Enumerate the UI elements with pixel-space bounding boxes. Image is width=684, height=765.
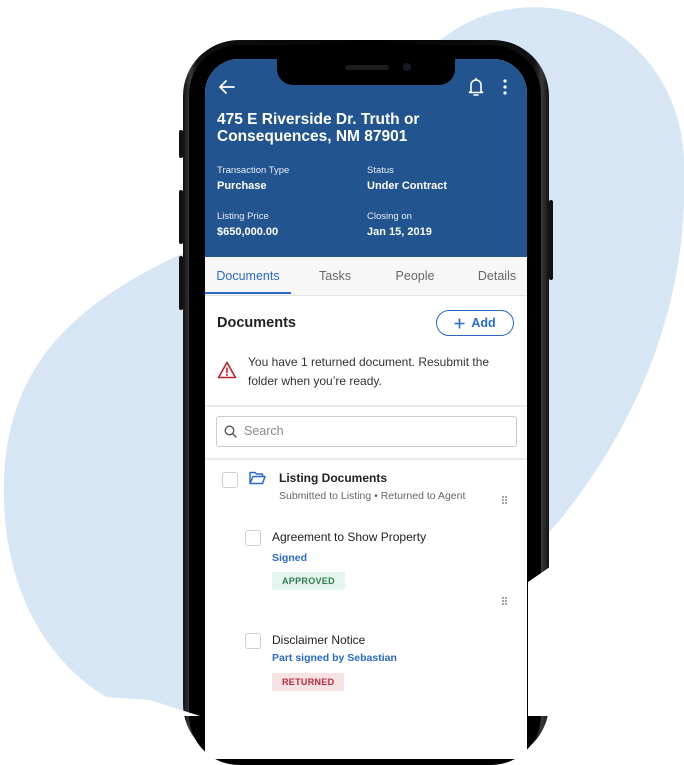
folder-title: Listing Documents <box>279 471 388 485</box>
warning-icon <box>217 361 237 379</box>
drag-handle-icon[interactable] <box>502 496 508 505</box>
tab-tasks[interactable]: Tasks <box>295 257 375 295</box>
search-placeholder: Search <box>244 424 284 438</box>
search-icon <box>224 425 237 438</box>
approved-badge: APPROVED <box>272 572 345 590</box>
plus-icon <box>454 318 465 328</box>
document-title: Agreement to Show Property <box>272 530 427 544</box>
drag-handle-icon[interactable] <box>502 597 508 606</box>
folder-subtitle: Submitted to Listing • Returned to Agent <box>279 490 466 502</box>
more-options-button[interactable] <box>495 75 515 99</box>
document-status: Part signed by Sebastian <box>272 652 397 664</box>
listing-price-value: $650,000.00 <box>217 226 279 238</box>
document-checkbox[interactable] <box>245 530 261 546</box>
closing-date-value: Jan 15, 2019 <box>367 226 432 238</box>
tab-details[interactable]: Details <box>457 257 527 295</box>
tab-people[interactable]: People <box>375 257 455 295</box>
status-label: Status <box>367 165 394 176</box>
returned-badge: RETURNED <box>272 673 345 691</box>
active-tab-indicator <box>205 292 291 294</box>
alert-message: You have 1 returned document. Resubmit t… <box>248 355 490 388</box>
status-value: Under Contract <box>367 180 448 192</box>
document-title: Disclaimer Notice <box>272 633 366 647</box>
arrow-left-icon <box>219 80 235 94</box>
property-address: 475 E Riverside Dr. Truth or Consequence… <box>217 111 420 145</box>
speaker-grille <box>345 65 389 70</box>
tab-bar: Documents Tasks People Details <box>205 257 527 296</box>
tab-documents[interactable]: Documents <box>205 257 291 295</box>
front-camera <box>403 63 411 71</box>
folder-checkbox[interactable] <box>222 472 238 488</box>
app-screen: 475 E Riverside Dr. Truth or Consequence… <box>205 59 527 759</box>
listing-price-label: Listing Price <box>217 211 269 222</box>
phone-notch <box>277 59 455 85</box>
transaction-type-label: Transaction Type <box>217 165 290 176</box>
transaction-type-value: Purchase <box>217 180 267 192</box>
divider <box>205 458 527 460</box>
more-vertical-icon <box>503 79 507 95</box>
closing-date-label: Closing on <box>367 211 412 222</box>
search-input[interactable]: Search <box>216 416 517 447</box>
transaction-header: 475 E Riverside Dr. Truth or Consequence… <box>205 59 527 257</box>
section-title: Documents <box>217 315 296 331</box>
phone-mockup: 475 E Riverside Dr. Truth or Consequence… <box>179 40 553 765</box>
folder-open-icon <box>249 471 266 485</box>
divider <box>205 405 527 407</box>
add-label: Add <box>471 316 496 330</box>
document-checkbox[interactable] <box>245 633 261 649</box>
bell-icon <box>468 77 484 96</box>
notifications-button[interactable] <box>464 75 488 99</box>
power-button <box>549 200 553 280</box>
add-document-button[interactable]: Add <box>436 310 514 336</box>
back-button[interactable] <box>215 75 239 99</box>
document-status: Signed <box>272 552 308 564</box>
